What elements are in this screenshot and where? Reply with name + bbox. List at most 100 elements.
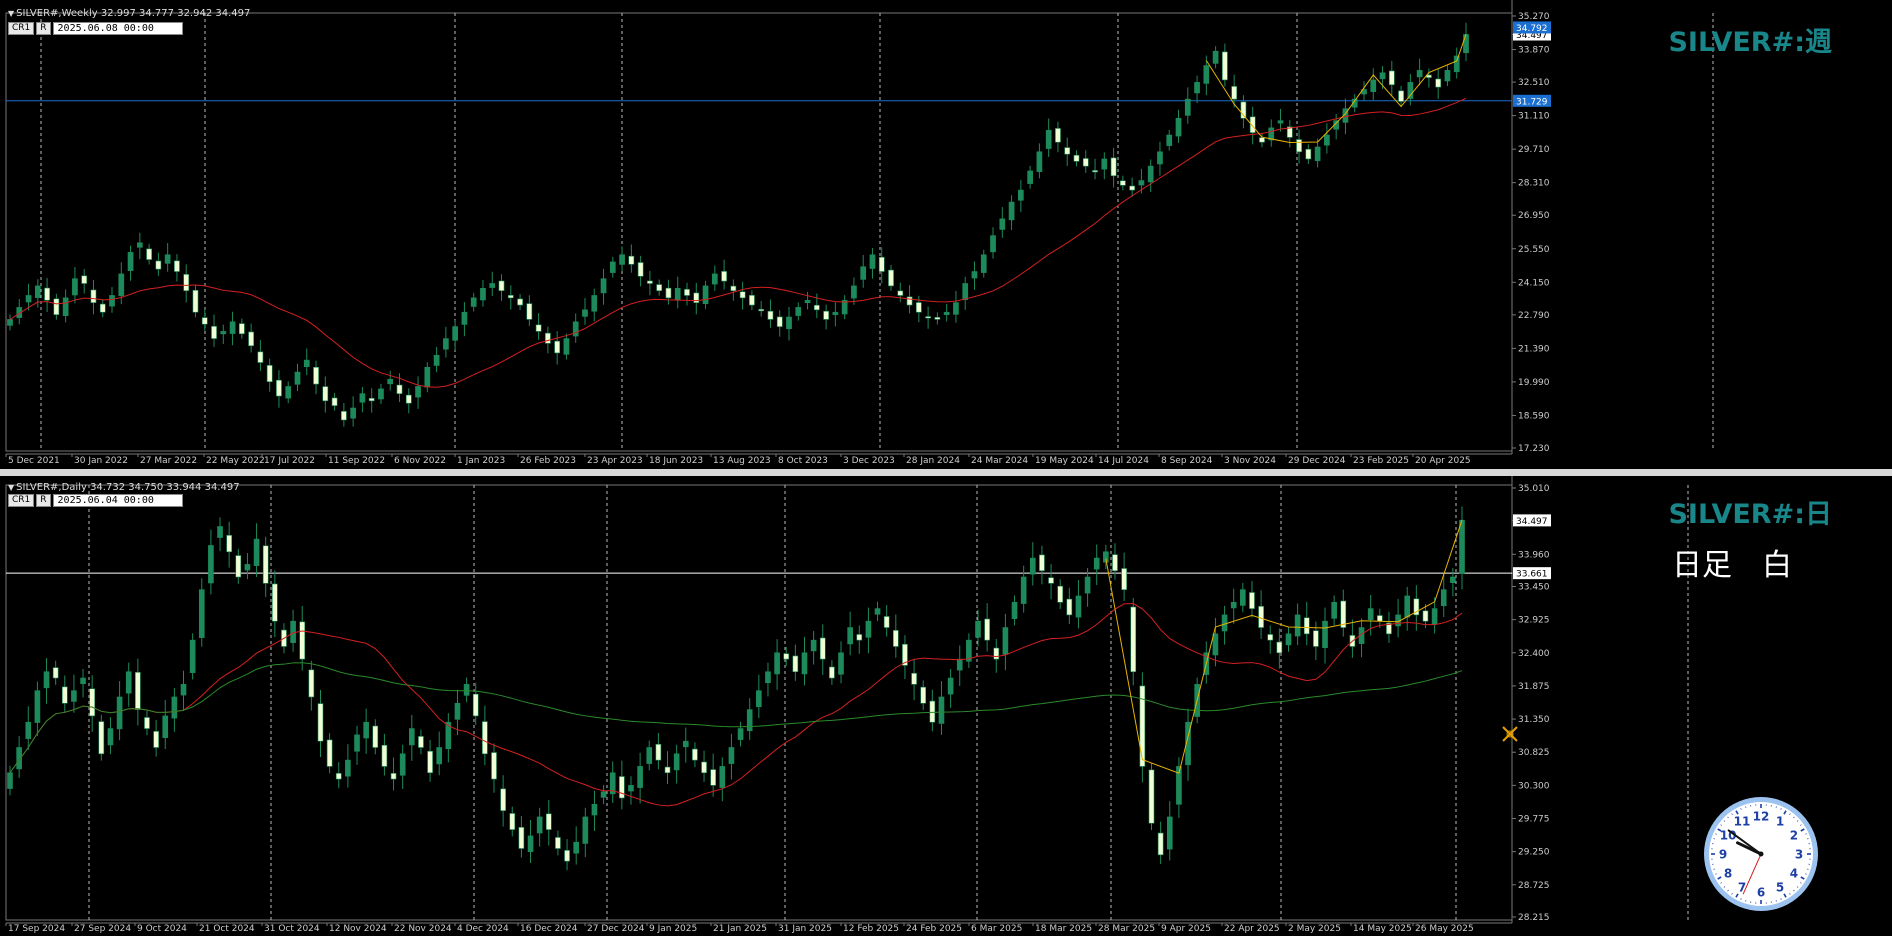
- daily-chip-r-button[interactable]: R: [36, 494, 51, 507]
- candle-body: [427, 750, 433, 774]
- candle-body: [693, 292, 700, 303]
- candle-body: [1048, 577, 1054, 584]
- candle-body: [345, 759, 351, 777]
- date-label: 18 Jun 2023: [649, 456, 703, 466]
- price-label: 33.450: [1518, 582, 1550, 592]
- daily-chart-svg[interactable]: 35.010 34.497 33.960 33.661 33.450 32.925 32.4…: [0, 476, 1892, 936]
- clock-number: 3: [1795, 848, 1803, 862]
- collapse-triangle-icon[interactable]: ▼: [8, 483, 14, 492]
- candle-body: [535, 324, 542, 332]
- candle-body: [897, 290, 904, 296]
- candle-body: [1377, 615, 1383, 622]
- price-label: 32.400: [1518, 649, 1550, 659]
- weekly-chip-r-button[interactable]: R: [36, 22, 51, 35]
- candle-body: [1422, 610, 1429, 622]
- candle-body: [878, 256, 885, 272]
- candle-body: [454, 702, 461, 720]
- candle-body: [368, 398, 375, 402]
- date-label: 28 Mar 2025: [1098, 924, 1155, 934]
- candle-body: [545, 813, 552, 830]
- clock-number: 12: [1753, 810, 1770, 824]
- weekly-chip-cr1-button[interactable]: CR1: [8, 22, 35, 35]
- candle-body: [1435, 78, 1442, 88]
- date-label: 12 Feb 2025: [843, 924, 899, 934]
- date-label: 17 Sep 2024: [8, 924, 65, 934]
- candle-body: [62, 297, 69, 316]
- candle-body: [1398, 90, 1404, 102]
- date-label: 8 Oct 2023: [778, 456, 828, 466]
- collapse-triangle-icon[interactable]: ▼: [8, 9, 14, 18]
- price-label: 18.590: [1518, 411, 1550, 421]
- date-label: 24 Mar 2024: [971, 456, 1028, 466]
- weekly-chart-pane[interactable]: 35.27034.49733.87032.51031.11029.71028.3…: [0, 0, 1892, 469]
- candle-body: [609, 261, 616, 273]
- candle-body: [81, 275, 88, 284]
- candle-body: [52, 667, 59, 679]
- candle-body: [1259, 137, 1265, 143]
- price-label: 31.350: [1518, 715, 1550, 725]
- candle-body: [146, 248, 152, 260]
- candle-body: [1020, 576, 1027, 604]
- candle-body: [1129, 185, 1135, 191]
- candle-body: [1212, 50, 1219, 64]
- candle-body: [956, 658, 963, 671]
- date-label: 9 Apr 2025: [1161, 924, 1211, 934]
- candle-body: [424, 366, 431, 388]
- weekly-chart-svg[interactable]: 35.27034.49733.87032.51031.11029.71028.3…: [0, 0, 1892, 469]
- price-label: 31.110: [1518, 112, 1550, 122]
- current-price-badge: 34.792: [1516, 24, 1548, 34]
- candle-body: [518, 827, 525, 849]
- date-label: 27 Dec 2024: [587, 924, 645, 934]
- candle-body: [1285, 633, 1292, 646]
- candle-body: [25, 295, 32, 303]
- date-label: 31 Oct 2024: [264, 924, 320, 934]
- candle-body: [90, 289, 97, 303]
- daily-chip-date-field[interactable]: 2025.06.04 00:00: [52, 494, 183, 507]
- candle-body: [563, 338, 570, 355]
- candle-body: [915, 302, 922, 313]
- daily-chart-pane[interactable]: 35.010 34.497 33.960 33.661 33.450 32.925 32.4…: [0, 476, 1892, 936]
- candle-body: [299, 621, 306, 660]
- candle-body: [107, 728, 114, 746]
- candle-body: [470, 297, 477, 307]
- candle-body: [637, 262, 644, 277]
- candle-body: [1073, 154, 1080, 162]
- candle-body: [865, 620, 872, 638]
- pane-divider[interactable]: [0, 469, 1892, 476]
- candle-body: [856, 634, 863, 641]
- price-label: 30.825: [1518, 748, 1550, 758]
- date-label: 27 Sep 2024: [74, 924, 131, 934]
- candle-body: [993, 647, 1000, 660]
- weekly-chip[interactable]: CR1 R 2025.06.08 00:00: [8, 22, 183, 35]
- candle-body: [874, 608, 881, 615]
- candle-body: [792, 655, 799, 673]
- candle-body: [1296, 139, 1302, 153]
- candle-body: [500, 788, 506, 811]
- candle-body: [1240, 589, 1246, 606]
- candle-body: [452, 326, 458, 341]
- date-label: 24 Feb 2025: [906, 924, 962, 934]
- candle-body: [795, 307, 802, 316]
- candle-body: [737, 728, 744, 740]
- candle-body: [582, 309, 588, 317]
- candle-body: [776, 316, 783, 327]
- candle-body: [381, 744, 388, 767]
- weekly-header-text: SILVER#,Weekly 32.997 34.777 32.942 34.4…: [16, 8, 251, 19]
- candle-body: [684, 289, 690, 296]
- candle-body: [244, 564, 251, 571]
- daily-chip[interactable]: CR1 R 2025.06.04 00:00: [8, 494, 183, 507]
- candle-body: [664, 766, 671, 774]
- candle-body: [135, 672, 141, 710]
- candle-body: [526, 303, 533, 320]
- candle-body: [1064, 147, 1071, 155]
- candle-body: [869, 254, 876, 269]
- price-label: 28.725: [1518, 881, 1550, 891]
- candle-body: [819, 637, 826, 660]
- daily-chip-cr1-button[interactable]: CR1: [8, 494, 35, 507]
- candle-body: [44, 287, 50, 301]
- candle-body: [767, 310, 774, 320]
- weekly-chip-date-field[interactable]: 2025.06.08 00:00: [52, 22, 183, 35]
- candle-body: [1367, 608, 1374, 620]
- candle-body: [1045, 129, 1052, 149]
- candle-body: [1101, 158, 1108, 170]
